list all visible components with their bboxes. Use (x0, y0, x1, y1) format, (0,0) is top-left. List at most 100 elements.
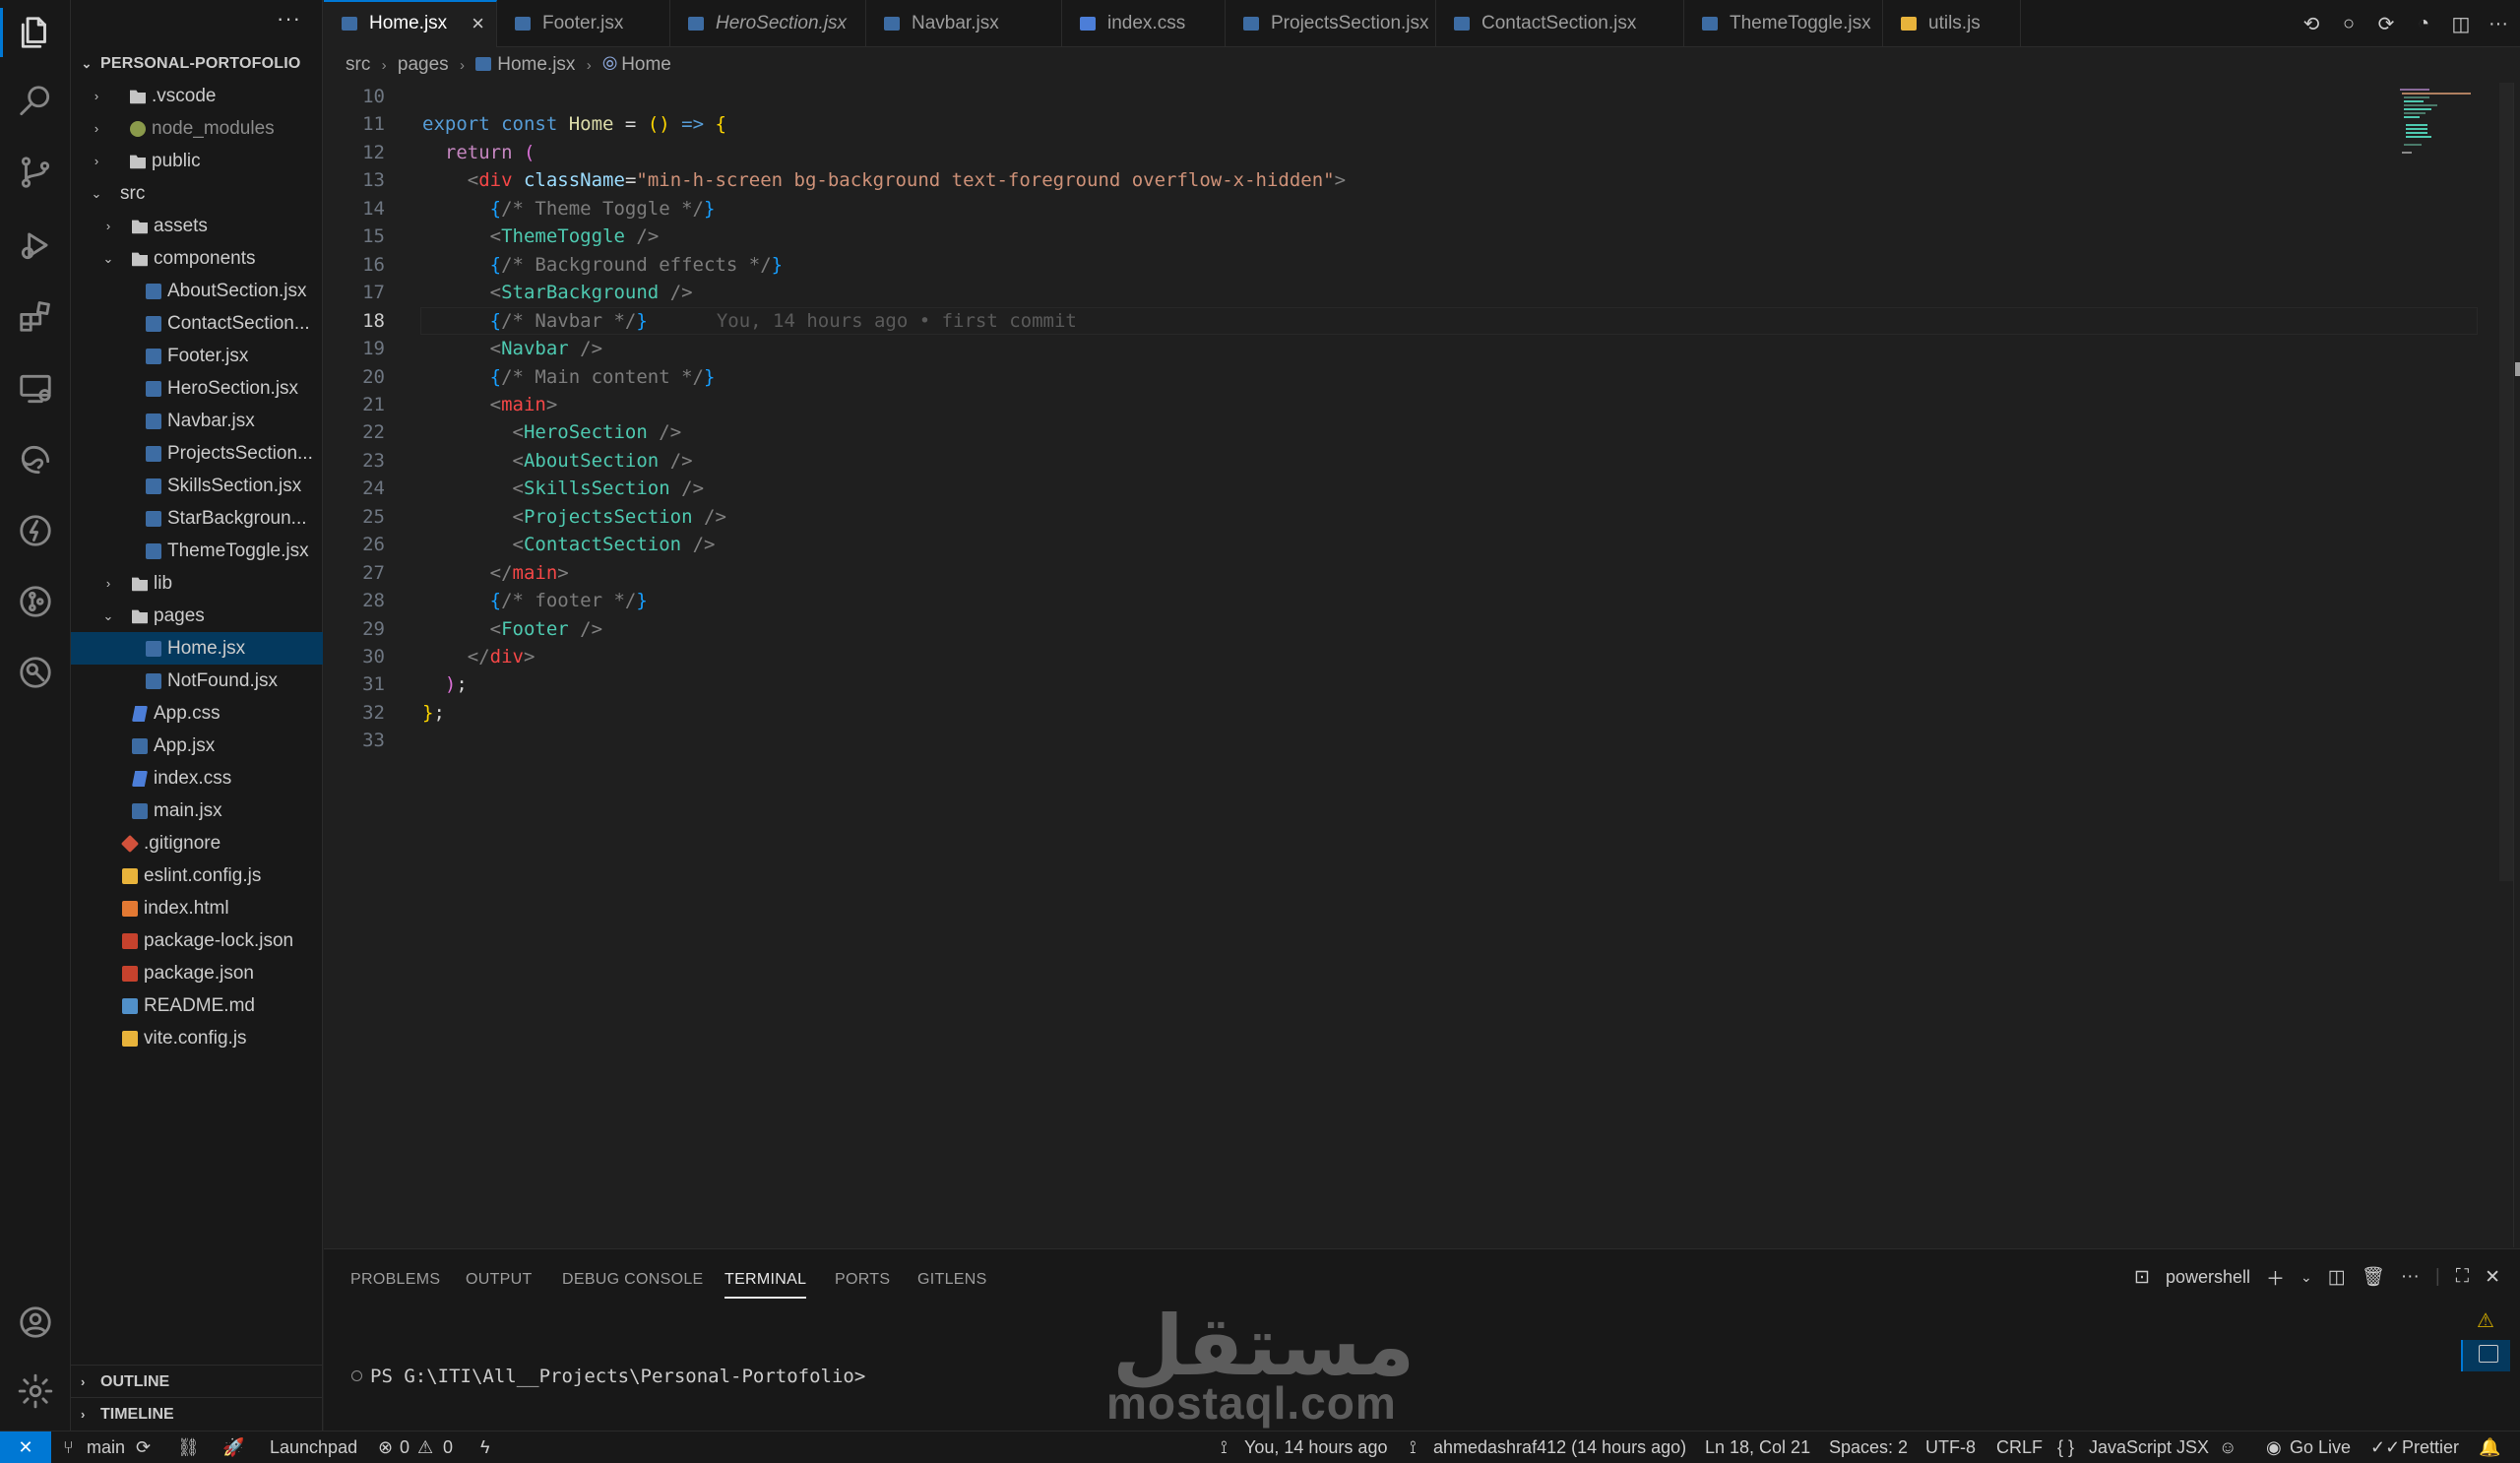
warning-icon[interactable]: ⚠ (417, 1431, 433, 1463)
tree-item[interactable]: index.css (71, 762, 323, 795)
close-tab-icon[interactable]: × (472, 2, 484, 45)
tree-item[interactable]: › assets (71, 210, 323, 242)
tab-themetoggle-jsx[interactable]: ThemeToggle.jsx (1684, 0, 1883, 47)
tree-item[interactable]: .gitignore (71, 827, 323, 859)
circle-icon[interactable]: ○ (2337, 12, 2361, 35)
tree-item[interactable]: main.jsx (71, 795, 323, 827)
prettier-status[interactable]: Prettier (2402, 1431, 2459, 1463)
remote-indicator[interactable]: ✕ (0, 1431, 51, 1463)
indentation[interactable]: Spaces: 2 (1829, 1431, 1908, 1463)
tree-item[interactable]: eslint.config.js (71, 859, 323, 892)
tree-item[interactable]: package-lock.json (71, 924, 323, 957)
remote-explorer-icon[interactable] (0, 356, 71, 421)
author-status[interactable]: ahmedashraf412 (14 hours ago) (1433, 1431, 1686, 1463)
code-line[interactable]: <SkillsSection /> (422, 475, 705, 502)
code-line[interactable]: {/* footer */} (422, 587, 648, 614)
code-line[interactable]: return ( (422, 139, 536, 166)
split-editor-icon[interactable]: ◫ (2449, 12, 2473, 35)
tree-item[interactable]: ⌄ pages (71, 600, 323, 632)
cursor-position[interactable]: Ln 18, Col 21 (1705, 1431, 1810, 1463)
warning-icon[interactable]: ⚠ (2477, 1308, 2494, 1333)
tab-home-jsx[interactable]: Home.jsx × (324, 0, 497, 47)
tab-index-css[interactable]: index.css (1062, 0, 1226, 47)
breadcrumb-file[interactable]: Home.jsx (497, 51, 575, 79)
warning-count[interactable]: 0 (443, 1431, 453, 1463)
tab-navbar-jsx[interactable]: Navbar.jsx (866, 0, 1062, 47)
tab-projectssection-jsx[interactable]: ProjectsSection.jsx (1226, 0, 1436, 47)
search-icon[interactable] (0, 69, 71, 134)
code-line[interactable]: <main> (422, 391, 558, 418)
tree-item[interactable]: Home.jsx (71, 632, 323, 665)
more-actions-icon[interactable]: ··· (2487, 12, 2510, 35)
breadcrumb-pages[interactable]: pages (398, 51, 449, 79)
sync-icon[interactable]: ⟳ (136, 1431, 151, 1463)
explorer-icon[interactable] (0, 0, 71, 65)
bell-icon[interactable]: 🔔 (2479, 1431, 2500, 1463)
tree-item[interactable]: SkillsSection.jsx (71, 470, 323, 502)
language-mode[interactable]: JavaScript JSX (2089, 1431, 2209, 1463)
close-panel-icon[interactable]: ✕ (2485, 1266, 2500, 1289)
launchpad-label[interactable]: Launchpad (270, 1431, 357, 1463)
tree-item[interactable]: App.css (71, 697, 323, 730)
code-line[interactable]: </main> (422, 559, 569, 587)
code-line[interactable]: <Navbar /> (422, 335, 602, 362)
gitlens-icon[interactable] (0, 569, 71, 634)
account-icon[interactable] (0, 1290, 71, 1355)
gitlens-graph-icon[interactable]: ⛓ (177, 1431, 200, 1463)
code-line[interactable]: <AboutSection /> (422, 447, 693, 475)
blame-status[interactable]: You, 14 hours ago (1244, 1431, 1387, 1463)
tree-item[interactable]: index.html (71, 892, 323, 924)
extensions-icon[interactable] (0, 284, 71, 349)
explorer-more-actions-icon[interactable]: ··· (277, 6, 301, 32)
go-forward-icon[interactable]: ⟳ (2374, 12, 2398, 35)
thunder-client-icon[interactable] (0, 498, 71, 563)
code-line[interactable]: {/* Navbar */} You, 14 hours ago • first … (422, 307, 1077, 335)
code-line[interactable]: <ThemeToggle /> (422, 223, 660, 250)
panel-tab-problems[interactable]: PROBLEMS (350, 1271, 440, 1289)
split-terminal-icon[interactable]: ◫ (2328, 1266, 2346, 1289)
go-back-icon[interactable]: ⟲ (2300, 12, 2323, 35)
panel-tab-terminal[interactable]: TERMINAL (724, 1271, 807, 1299)
tab-utils-js[interactable]: utils.js (1883, 0, 2021, 47)
line-endings[interactable]: CRLF (1996, 1431, 2043, 1463)
timeline-compare-icon[interactable]: ◔ (2412, 12, 2435, 35)
code-line[interactable]: <div className="min-h-screen bg-backgrou… (422, 166, 1346, 194)
code-line[interactable]: <HeroSection /> (422, 418, 682, 446)
panel-tab-ports[interactable]: PORTS (835, 1271, 890, 1289)
code-line[interactable]: {/* Background effects */} (422, 251, 783, 279)
tree-item[interactable]: › public (71, 145, 323, 177)
tree-item[interactable]: NotFound.jsx (71, 665, 323, 697)
go-live-button[interactable]: Go Live (2290, 1431, 2351, 1463)
code-line[interactable]: ); (422, 670, 468, 698)
tree-item[interactable]: StarBackgroun... (71, 502, 323, 535)
code-line[interactable]: {/* Main content */} (422, 363, 716, 391)
source-control-icon[interactable] (0, 140, 71, 205)
terminal-list-item[interactable] (2461, 1340, 2510, 1371)
timeline-section[interactable]: › TIMELINE (71, 1397, 323, 1430)
trash-icon[interactable]: 🗑 (2362, 1265, 2385, 1289)
error-count[interactable]: 0 (400, 1431, 410, 1463)
tree-item[interactable]: Navbar.jsx (71, 405, 323, 437)
tree-item[interactable]: HeroSection.jsx (71, 372, 323, 405)
edge-devtools-icon[interactable] (0, 427, 71, 492)
run-debug-icon[interactable] (0, 213, 71, 278)
new-terminal-icon[interactable]: ＋ (2266, 1264, 2285, 1291)
terminal-shell-name[interactable]: powershell (2166, 1267, 2250, 1288)
code-editor[interactable]: 10 11 export const Home = () => {12 return… (324, 83, 2520, 1247)
breadcrumb-src[interactable]: src (346, 51, 370, 79)
encoding[interactable]: UTF-8 (1925, 1431, 1976, 1463)
maximize-panel-icon[interactable]: ⛶ (2456, 1266, 2469, 1288)
panel-tab-gitlens[interactable]: GITLENS (917, 1271, 987, 1289)
tree-root-folder[interactable]: ⌄ PERSONAL-PORTOFOLIO (71, 47, 323, 80)
more-actions-icon[interactable]: ··· (2401, 1266, 2420, 1288)
branch-name[interactable]: main (87, 1431, 125, 1463)
tree-item[interactable]: App.jsx (71, 730, 323, 762)
code-line[interactable]: export const Home = () => { (422, 110, 726, 138)
code-line[interactable]: <ProjectsSection /> (422, 503, 726, 531)
tree-item[interactable]: › node_modules (71, 112, 323, 145)
tab-contactsection-jsx[interactable]: ContactSection.jsx (1436, 0, 1684, 47)
code-line[interactable]: {/* Theme Toggle */} (422, 195, 716, 223)
outline-section[interactable]: › OUTLINE (71, 1365, 323, 1397)
tab-footer-jsx[interactable]: Footer.jsx (497, 0, 670, 47)
tree-item[interactable]: ContactSection... (71, 307, 323, 340)
